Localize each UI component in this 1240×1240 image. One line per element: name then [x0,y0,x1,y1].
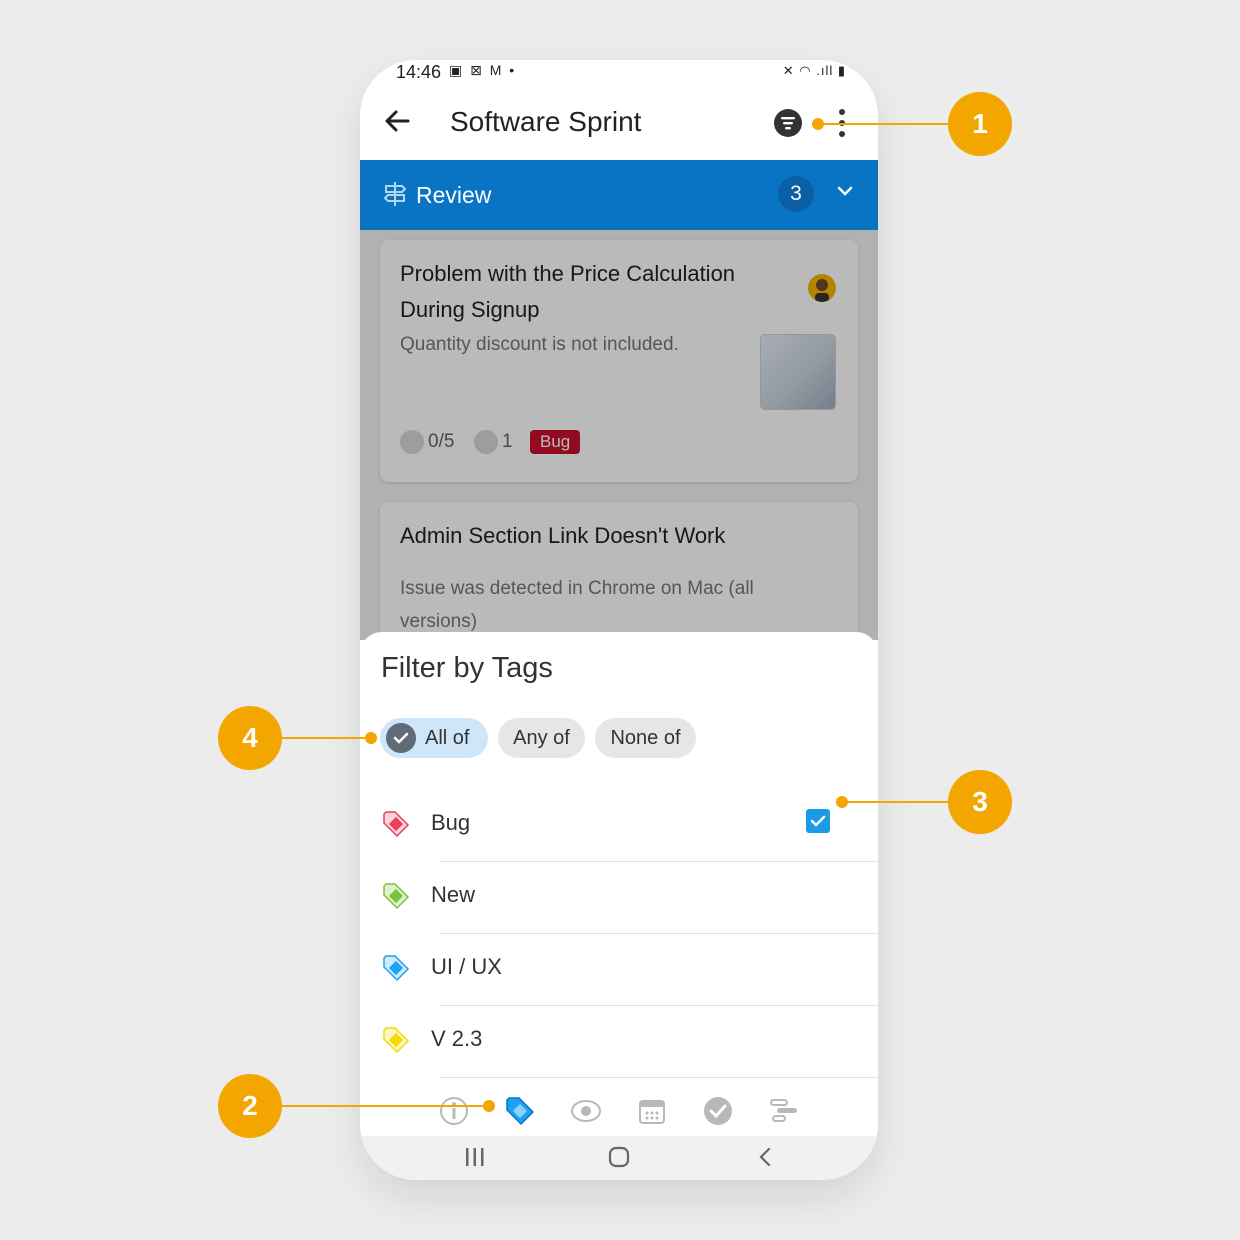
system-icons: ✕ ◠ .ıll ▮ [782,63,846,78]
divider [440,1077,878,1078]
filter-icon[interactable] [773,108,803,138]
chip-label: Any of [513,727,570,749]
tag-icon [383,883,410,910]
scrim[interactable] [360,230,878,640]
tag-row-bug[interactable]: Bug [360,790,878,862]
callout-badge: 1 [948,92,1012,156]
home-icon[interactable] [608,1146,630,1168]
tag-row-v-2-3[interactable]: V 2.3 [360,1006,878,1078]
page-title: Software Sprint [450,106,642,137]
tag-icon [383,955,410,982]
tag-row-new[interactable]: New [360,862,878,934]
phone-screen: 14:46 ▣ ⊠ M • ✕ ◠ .ıll ▮ Software Sprint… [360,60,878,1180]
tag-icon[interactable] [503,1094,537,1128]
chip-label: None of [610,727,681,749]
tag-row-ui-ux[interactable]: UI / UX [360,934,878,1006]
callout-line [280,737,368,739]
tag-label: UI / UX [431,954,502,979]
chip-all-of[interactable]: All of [380,718,488,758]
signpost-icon [383,182,407,206]
system-back-icon[interactable] [754,1146,776,1168]
chip-label: All of [425,727,470,749]
sheet-tab-bar [360,1088,878,1134]
check-circle-icon[interactable] [701,1094,735,1128]
tag-label: New [431,882,476,907]
check-icon [386,723,416,753]
eye-icon[interactable] [569,1094,603,1128]
column-header[interactable]: Review 3 [360,160,878,230]
tag-icon [383,811,410,838]
callout-badge: 4 [218,706,282,770]
back-arrow-icon[interactable] [382,106,412,136]
tag-label: Bug [431,810,471,835]
callout-badge: 2 [218,1074,282,1138]
callout-line [280,1105,486,1107]
status-time: 14:46 [396,62,442,82]
tag-label: V 2.3 [431,1026,483,1051]
calendar-icon[interactable] [635,1094,669,1128]
chevron-down-icon[interactable] [836,184,854,198]
column-count-badge: 3 [778,176,814,212]
callout-line [818,123,954,125]
column-name: Review [416,182,492,208]
info-icon[interactable] [437,1094,471,1128]
tag-checkbox[interactable] [806,809,830,833]
gantt-icon[interactable] [767,1094,801,1128]
system-nav-bar [360,1136,878,1180]
status-bar: 14:46 ▣ ⊠ M • ✕ ◠ .ıll ▮ [360,60,878,86]
filter-sheet: Filter by Tags All of Any of None of Bug [360,632,878,1180]
app-bar: Software Sprint [360,86,878,160]
notification-icons: ▣ ⊠ M • [449,62,517,78]
sheet-title: Filter by Tags [381,652,553,684]
callout-badge: 3 [948,770,1012,834]
recents-icon[interactable] [464,1146,486,1168]
chip-none-of[interactable]: None of [595,718,696,758]
tag-icon [383,1027,410,1054]
callout-line [842,801,954,803]
chip-any-of[interactable]: Any of [498,718,585,758]
